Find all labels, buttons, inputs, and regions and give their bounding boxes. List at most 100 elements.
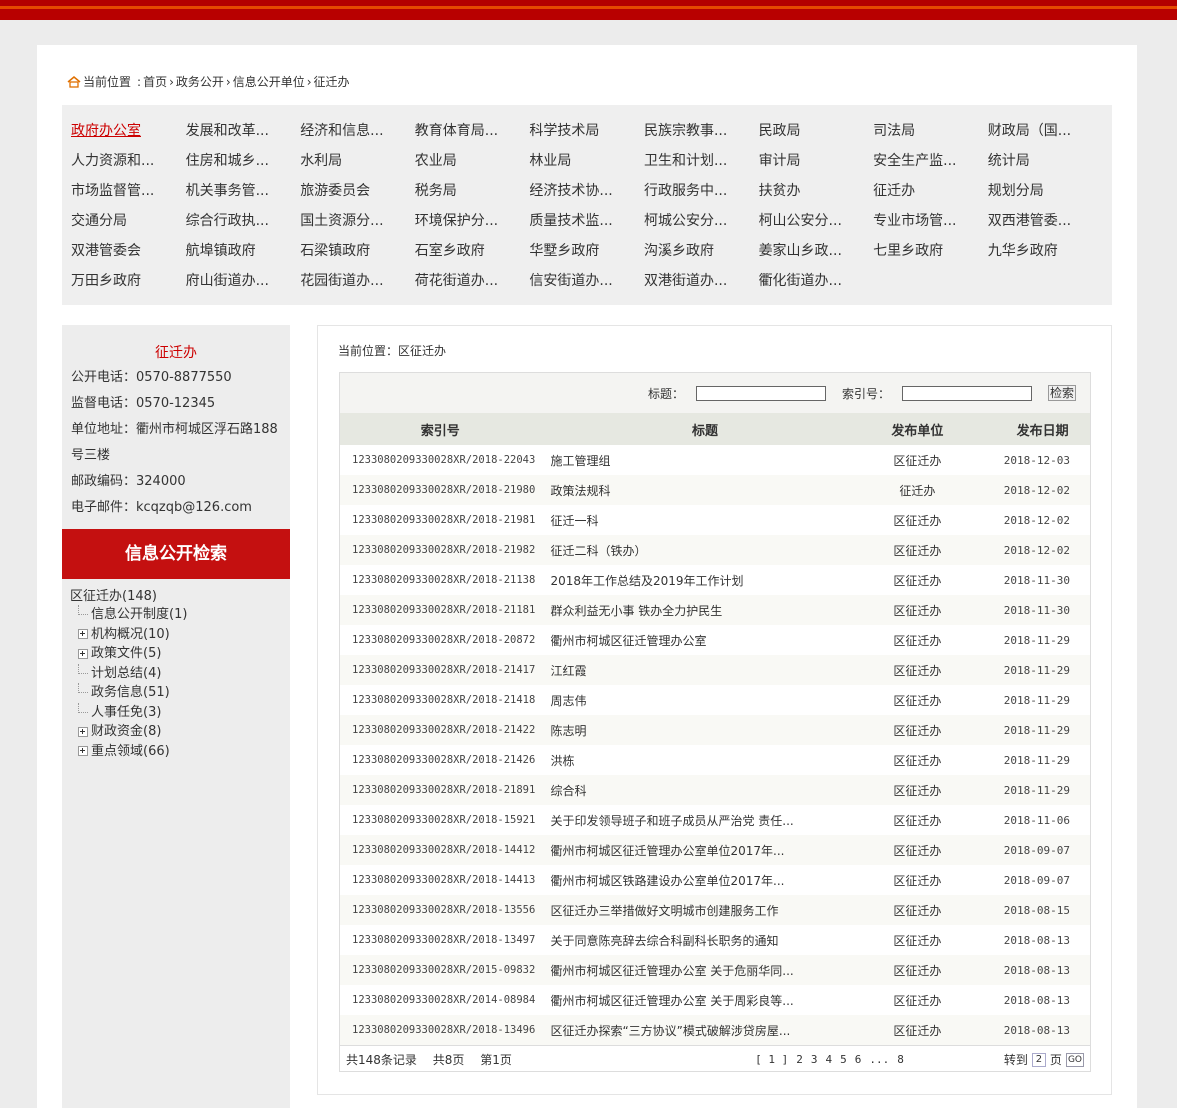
search-button[interactable]: 检索 (1047, 385, 1076, 401)
page-link[interactable]: 4 (826, 1053, 833, 1066)
expand-icon[interactable] (78, 648, 88, 659)
unit-link[interactable]: 水利局 (300, 150, 415, 180)
page-link[interactable]: [ 1 ] (755, 1053, 788, 1066)
unit-link[interactable]: 九华乡政府 (988, 240, 1103, 270)
unit-link[interactable]: 行政服务中... (644, 180, 759, 210)
row-title-link[interactable]: 衢州市柯城区铁路建设办公室单位2017年... (540, 872, 869, 889)
tree-item[interactable]: 信息公开制度(1) (70, 605, 290, 625)
expand-icon[interactable] (78, 629, 88, 640)
row-title-link[interactable]: 关于印发领导班子和班子成员从严治党 责任... (540, 812, 869, 829)
row-title-link[interactable]: 征迁一科 (540, 512, 869, 529)
breadcrumb-current[interactable]: 征迁办 (314, 73, 350, 90)
row-title-link[interactable]: 征迁二科（铁办） (540, 542, 869, 559)
row-title-link[interactable]: 衢州市柯城区征迁管理办公室单位2017年... (540, 842, 869, 859)
unit-link[interactable]: 信安街道办... (529, 270, 644, 300)
unit-link[interactable]: 卫生和计划... (644, 150, 759, 180)
go-button[interactable]: GO (1065, 1052, 1084, 1067)
row-title-link[interactable]: 施工管理组 (540, 452, 869, 469)
unit-link[interactable]: 统计局 (988, 150, 1103, 180)
unit-link[interactable]: 税务局 (415, 180, 530, 210)
unit-link[interactable]: 石室乡政府 (415, 240, 530, 270)
unit-link[interactable]: 双港街道办... (644, 270, 759, 300)
unit-link[interactable]: 人力资源和... (71, 150, 186, 180)
tree-item[interactable]: 人事任免(3) (70, 702, 290, 723)
unit-link[interactable]: 司法局 (873, 120, 988, 150)
row-title-link[interactable]: 陈志明 (540, 722, 869, 739)
row-title-link[interactable]: 衢州市柯城区征迁管理办公室 关于周彩良等... (540, 992, 869, 1009)
unit-link[interactable]: 安全生产监... (873, 150, 988, 180)
expand-icon[interactable] (78, 726, 88, 737)
tree-item[interactable]: 政策文件(5) (70, 644, 290, 664)
unit-link[interactable]: 规划分局 (988, 180, 1103, 210)
row-title-link[interactable]: 政策法规科 (540, 482, 869, 499)
unit-link[interactable]: 经济和信息... (300, 120, 415, 150)
row-title-link[interactable]: 江红霞 (540, 662, 869, 679)
unit-link[interactable]: 审计局 (759, 150, 874, 180)
row-title-link[interactable]: 2018年工作总结及2019年工作计划 (540, 572, 869, 589)
row-title-link[interactable]: 区征迁办三举措做好文明城市创建服务工作 (540, 902, 869, 919)
unit-link[interactable]: 沟溪乡政府 (644, 240, 759, 270)
unit-link[interactable]: 科学技术局 (529, 120, 644, 150)
unit-link[interactable]: 政府办公室 (71, 120, 186, 150)
unit-link[interactable]: 教育体育局... (415, 120, 530, 150)
unit-link[interactable]: 国土资源分... (300, 210, 415, 240)
unit-link[interactable]: 航埠镇政府 (186, 240, 301, 270)
tree-item[interactable]: 政务信息(51) (70, 683, 290, 703)
unit-link[interactable]: 万田乡政府 (71, 270, 186, 300)
unit-link[interactable]: 机关事务管... (186, 180, 301, 210)
goto-page-input[interactable]: 2 (1031, 1052, 1046, 1067)
tree-root[interactable]: 区征迁办(148) (70, 589, 290, 605)
unit-link[interactable]: 府山街道办... (186, 270, 301, 300)
page-link[interactable]: 3 (811, 1053, 818, 1066)
unit-link[interactable]: 七里乡政府 (873, 240, 988, 270)
unit-link[interactable]: 征迁办 (873, 180, 988, 210)
unit-link[interactable]: 石梁镇政府 (300, 240, 415, 270)
unit-link[interactable]: 姜家山乡政... (759, 240, 874, 270)
breadcrumb-home[interactable]: 首页 (143, 73, 167, 90)
unit-link[interactable]: 双西港管委... (988, 210, 1103, 240)
page-link[interactable]: 8 (897, 1053, 904, 1066)
row-title-link[interactable]: 群众利益无小事 铁办全力护民生 (540, 602, 869, 619)
breadcrumb-gov[interactable]: 政务公开 (176, 73, 224, 90)
page-link[interactable]: ... (869, 1053, 889, 1066)
unit-link[interactable]: 交通分局 (71, 210, 186, 240)
unit-link[interactable]: 林业局 (529, 150, 644, 180)
unit-link[interactable]: 民政局 (759, 120, 874, 150)
unit-link[interactable]: 专业市场管... (873, 210, 988, 240)
unit-link[interactable]: 住房和城乡... (186, 150, 301, 180)
expand-icon[interactable] (78, 746, 88, 757)
page-link[interactable]: 5 (840, 1053, 847, 1066)
unit-link[interactable]: 经济技术协... (529, 180, 644, 210)
tree-item[interactable]: 财政资金(8) (70, 722, 290, 742)
unit-link[interactable]: 华墅乡政府 (529, 240, 644, 270)
unit-link[interactable]: 市场监督管... (71, 180, 186, 210)
unit-link[interactable]: 双港管委会 (71, 240, 186, 270)
tree-item[interactable]: 计划总结(4) (70, 663, 290, 684)
row-title-link[interactable]: 衢州市柯城区征迁管理办公室 (540, 632, 869, 649)
index-search-input[interactable] (901, 385, 1032, 401)
row-title-link[interactable]: 周志伟 (540, 692, 869, 709)
title-search-input[interactable] (695, 385, 826, 401)
unit-link[interactable]: 扶贫办 (759, 180, 874, 210)
row-title-link[interactable]: 关于同意陈亮辞去综合科副科长职务的通知 (540, 932, 869, 949)
unit-link[interactable]: 财政局（国... (988, 120, 1103, 150)
page-link[interactable]: 6 (855, 1053, 862, 1066)
unit-link[interactable]: 柯山公安分... (759, 210, 874, 240)
row-title-link[interactable]: 综合科 (540, 782, 869, 799)
unit-link[interactable]: 农业局 (415, 150, 530, 180)
unit-link[interactable]: 荷花街道办... (415, 270, 530, 300)
unit-link[interactable]: 花园街道办... (300, 270, 415, 300)
row-title-link[interactable]: 衢州市柯城区征迁管理办公室 关于危丽华同... (540, 962, 869, 979)
unit-link[interactable]: 柯城公安分... (644, 210, 759, 240)
row-title-link[interactable]: 洪栋 (540, 752, 869, 769)
unit-link[interactable]: 环境保护分... (415, 210, 530, 240)
unit-link[interactable]: 民族宗教事... (644, 120, 759, 150)
home-icon[interactable] (67, 75, 81, 88)
row-title-link[interactable]: 区征迁办探索“三方协议”模式破解涉贷房屋... (540, 1022, 869, 1039)
page-link[interactable]: 2 (796, 1053, 803, 1066)
unit-link[interactable]: 综合行政执... (186, 210, 301, 240)
tree-item[interactable]: 机构概况(10) (70, 625, 290, 645)
unit-link[interactable]: 发展和改革... (186, 120, 301, 150)
tree-item[interactable]: 重点领域(66) (70, 742, 290, 762)
unit-link[interactable]: 质量技术监... (529, 210, 644, 240)
